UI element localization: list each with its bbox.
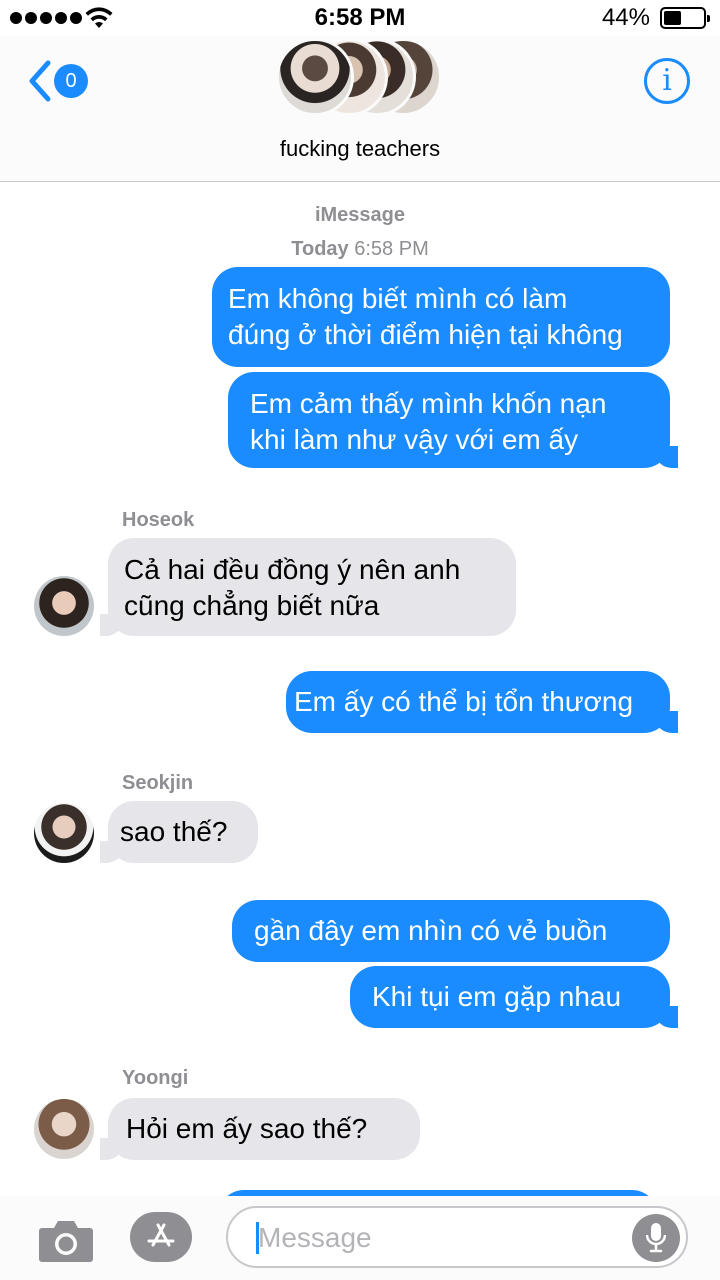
chevron-left-icon [29, 60, 51, 102]
battery-level-fill [664, 11, 681, 25]
messages-screen: 6:58 PM 44% 0 fucking teachers i iMessag… [0, 0, 720, 1280]
group-name[interactable]: fucking teachers [0, 136, 720, 162]
sender-name: Seokjin [122, 772, 194, 794]
timestamp-time: 6:58 PM [354, 238, 429, 260]
message-input[interactable] [258, 1220, 618, 1256]
message-bubble-outgoing[interactable]: Khi tụi em gặp nhau [350, 966, 678, 1028]
message-text: khi làm như vậy với em ấy [250, 424, 579, 455]
app-store-icon [147, 1223, 175, 1247]
avatar[interactable] [34, 803, 94, 863]
sender-name: Hoseok [122, 509, 195, 531]
battery-icon [660, 7, 710, 29]
microphone-button[interactable] [632, 1214, 680, 1262]
message-text: Hỏi em ấy sao thế? [126, 1113, 368, 1144]
avatar[interactable] [34, 1099, 94, 1159]
message-text: đúng ở thời điểm hiện tại không [228, 319, 623, 350]
message-compose-bar [0, 1196, 720, 1280]
message-bubble-outgoing[interactable]: Em ấy có thể bị tổn thương [286, 671, 678, 733]
group-avatars[interactable] [276, 38, 446, 118]
message-timestamp: Today 6:58 PM [0, 238, 720, 261]
back-button[interactable]: 0 [28, 58, 98, 104]
conversation-header: 0 fucking teachers i [0, 36, 720, 182]
message-bubble-incoming[interactable]: Hỏi em ấy sao thế? [100, 1098, 420, 1160]
sender-name: Yoongi [122, 1067, 189, 1089]
avatar[interactable] [34, 576, 94, 636]
message-bubble-incoming[interactable]: sao thế? [100, 801, 258, 863]
message-text: cũng chẳng biết nữa [124, 590, 380, 621]
message-text: Em không biết mình có làm [228, 283, 568, 314]
message-text: sao thế? [120, 816, 228, 847]
message-bubble-outgoing[interactable]: Em không biết mình có làm đúng ở thời đi… [212, 267, 670, 367]
battery-percentage: 44% [601, 4, 650, 31]
message-text: Em cảm thấy mình khốn nạn [250, 388, 607, 419]
timestamp-day: Today [291, 238, 349, 260]
status-bar: 6:58 PM 44% [0, 0, 720, 36]
message-bubble-outgoing[interactable]: gần đây em nhìn có vẻ buồn [232, 900, 670, 962]
message-input-field[interactable] [226, 1206, 688, 1268]
camera-icon[interactable] [38, 1218, 94, 1262]
avatar [276, 38, 354, 116]
microphone-icon [646, 1223, 666, 1253]
service-label: iMessage [314, 204, 406, 226]
app-store-button[interactable] [130, 1212, 192, 1262]
message-bubble-outgoing[interactable]: Em cảm thấy mình khốn nạn khi làm như vậ… [228, 372, 678, 468]
info-icon: i [662, 63, 672, 98]
message-text: Em ấy có thể bị tổn thương [294, 686, 634, 717]
unread-count-badge: 0 [54, 64, 88, 98]
message-text: Khi tụi em gặp nhau [372, 981, 622, 1012]
message-text: gần đây em nhìn có vẻ buồn [254, 915, 608, 946]
message-bubble-incoming[interactable]: Cả hai đều đồng ý nên anh cũng chẳng biế… [100, 538, 516, 636]
message-text: Cả hai đều đồng ý nên anh [124, 554, 461, 585]
info-button[interactable]: i [644, 58, 690, 104]
